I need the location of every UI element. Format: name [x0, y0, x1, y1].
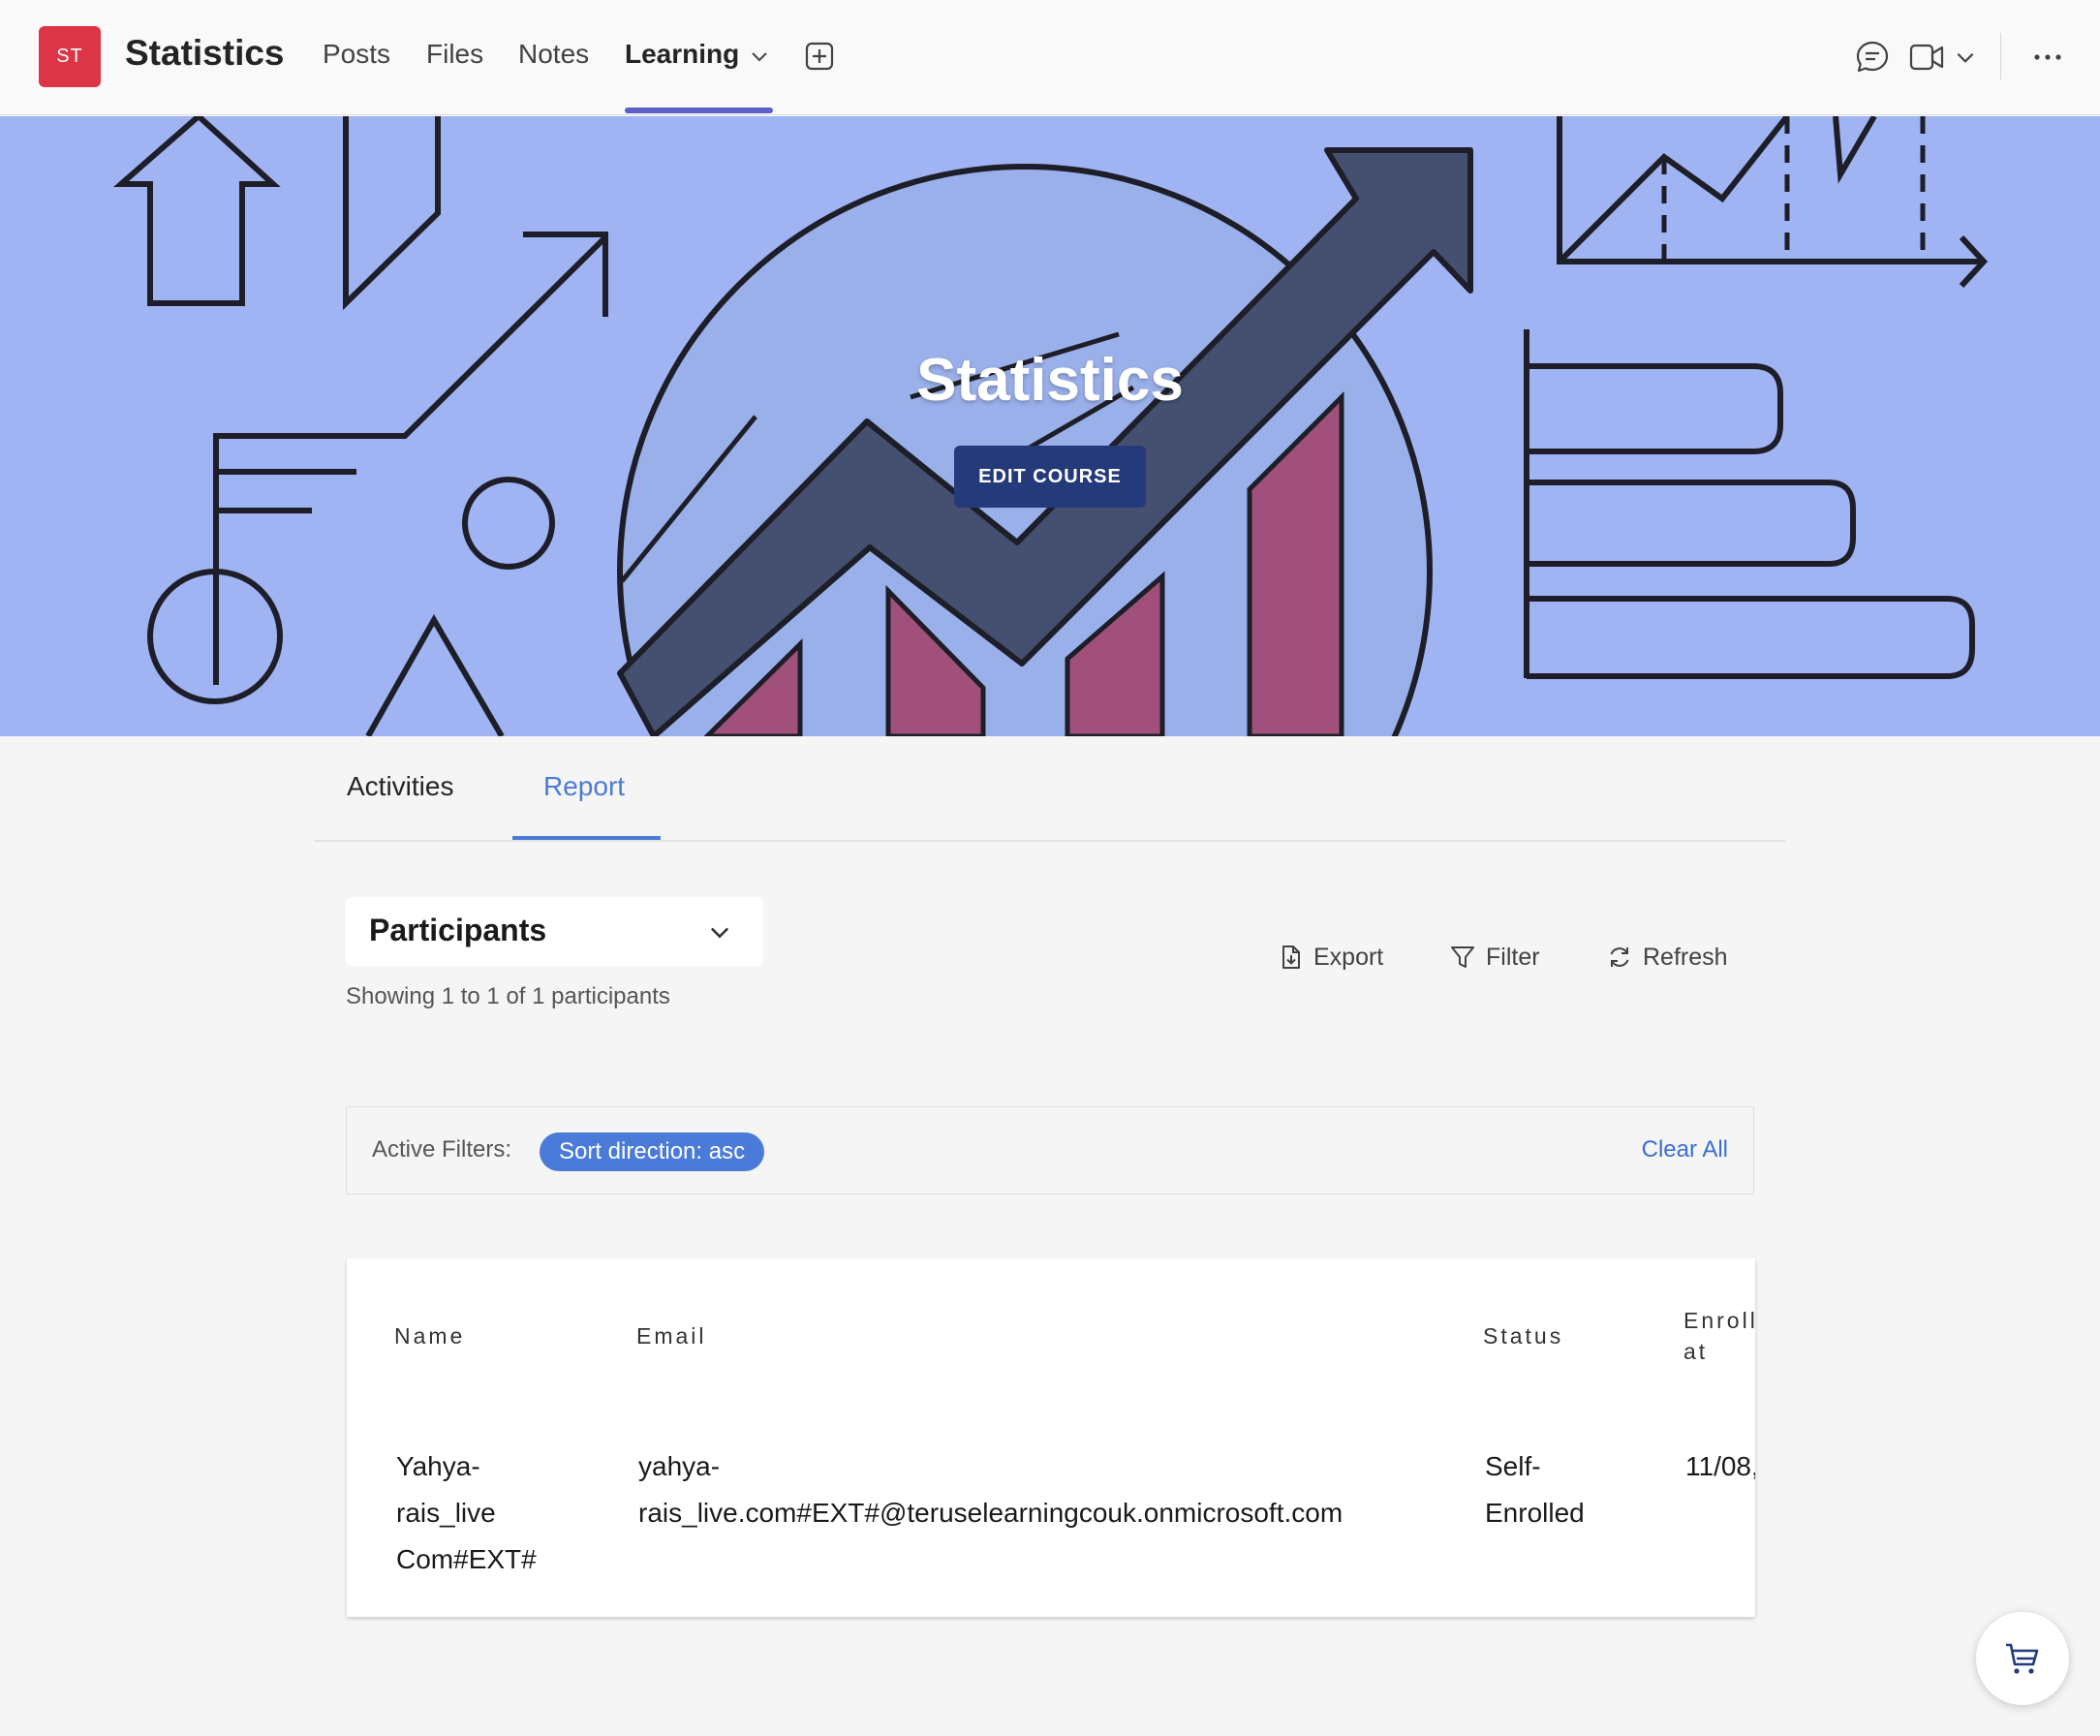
- column-header-name[interactable]: Name: [394, 1320, 465, 1351]
- statistics-illustration: [113, 116, 1989, 736]
- tab-learning[interactable]: Learning: [625, 39, 739, 70]
- tab-notes[interactable]: Notes: [518, 39, 589, 70]
- export-button[interactable]: Export: [1277, 940, 1383, 975]
- chevron-down-icon: [710, 927, 729, 939]
- refresh-icon: [1610, 947, 1629, 967]
- chevron-down-icon[interactable]: [1953, 45, 1978, 70]
- video-camera-icon[interactable]: [1908, 41, 1945, 74]
- chat-bubble-icon[interactable]: [1854, 39, 1891, 76]
- team-avatar[interactable]: ST: [39, 26, 101, 87]
- add-square-icon[interactable]: [804, 41, 835, 72]
- tab-posts[interactable]: Posts: [323, 39, 390, 70]
- chevron-down-icon[interactable]: [748, 45, 771, 68]
- participant-name-line: Com#EXT#: [396, 1544, 537, 1574]
- column-header-enrolled-line2: at: [1683, 1339, 1709, 1364]
- filter-button[interactable]: Filter: [1449, 940, 1540, 975]
- report-type-value: Participants: [369, 913, 547, 947]
- export-label: Export: [1313, 943, 1384, 971]
- filter-label: Filter: [1486, 943, 1540, 971]
- participant-email-line: yahya-: [638, 1451, 721, 1481]
- participant-name-line: rais_live: [396, 1498, 496, 1528]
- participant-enrolled-date: 11/08,: [1685, 1451, 1755, 1481]
- column-header-status[interactable]: Status: [1483, 1320, 1563, 1351]
- cart-button[interactable]: [1976, 1612, 2069, 1705]
- participant-status: Self- Enrolled: [1485, 1443, 1585, 1536]
- filter-chip-sort-direction[interactable]: Sort direction: asc: [540, 1132, 765, 1171]
- participant-status-line: Enrolled: [1485, 1498, 1585, 1528]
- report-type-select[interactable]: Participants: [346, 897, 763, 966]
- participant-name: Yahya- rais_live Com#EXT#: [396, 1443, 537, 1583]
- course-subtabs: Activities Report: [315, 736, 1785, 842]
- course-banner: Statistics EDIT COURSE: [0, 116, 2100, 736]
- team-name: Statistics: [125, 33, 285, 73]
- participant-status-line: Self-: [1485, 1451, 1541, 1481]
- filter-funnel-icon: [1451, 946, 1474, 968]
- shopping-cart-icon: [2006, 1643, 2039, 1674]
- top-bar: ST Statistics Posts Files Notes Learning: [0, 0, 2100, 115]
- participant-name-line: Yahya-: [396, 1451, 480, 1481]
- edit-course-button[interactable]: EDIT COURSE: [954, 446, 1146, 508]
- course-title: Statistics: [916, 347, 1184, 414]
- refresh-label: Refresh: [1643, 943, 1728, 971]
- active-tab-indicator: [625, 108, 773, 113]
- showing-count: Showing 1 to 1 of 1 participants: [346, 983, 670, 1009]
- active-filters-bar: Active Filters: Sort direction: asc Clea…: [346, 1106, 1754, 1194]
- active-subtab-indicator: [512, 836, 661, 840]
- column-header-email[interactable]: Email: [636, 1320, 707, 1351]
- participants-table: Name Email Status Enroll at Yahya- rais_…: [347, 1258, 1755, 1617]
- clear-all-filters-link[interactable]: Clear All: [1642, 1136, 1728, 1163]
- participant-email-line: rais_live.com#EXT#@teruselearningcouk.on…: [638, 1498, 1343, 1528]
- column-header-enrolled-line1: Enroll: [1683, 1308, 1755, 1333]
- refresh-button[interactable]: Refresh: [1606, 940, 1728, 975]
- tab-files[interactable]: Files: [426, 39, 483, 70]
- toolbar-divider: [2000, 33, 2001, 79]
- export-file-icon: [1282, 946, 1300, 969]
- active-filters-label: Active Filters:: [372, 1136, 512, 1162]
- tab-activities[interactable]: Activities: [347, 771, 453, 802]
- participant-email: yahya- rais_live.com#EXT#@teruselearning…: [638, 1443, 1343, 1536]
- column-header-enrolled[interactable]: Enroll at: [1683, 1305, 1755, 1367]
- tab-report[interactable]: Report: [543, 771, 625, 802]
- more-horizontal-icon[interactable]: [2029, 43, 2066, 72]
